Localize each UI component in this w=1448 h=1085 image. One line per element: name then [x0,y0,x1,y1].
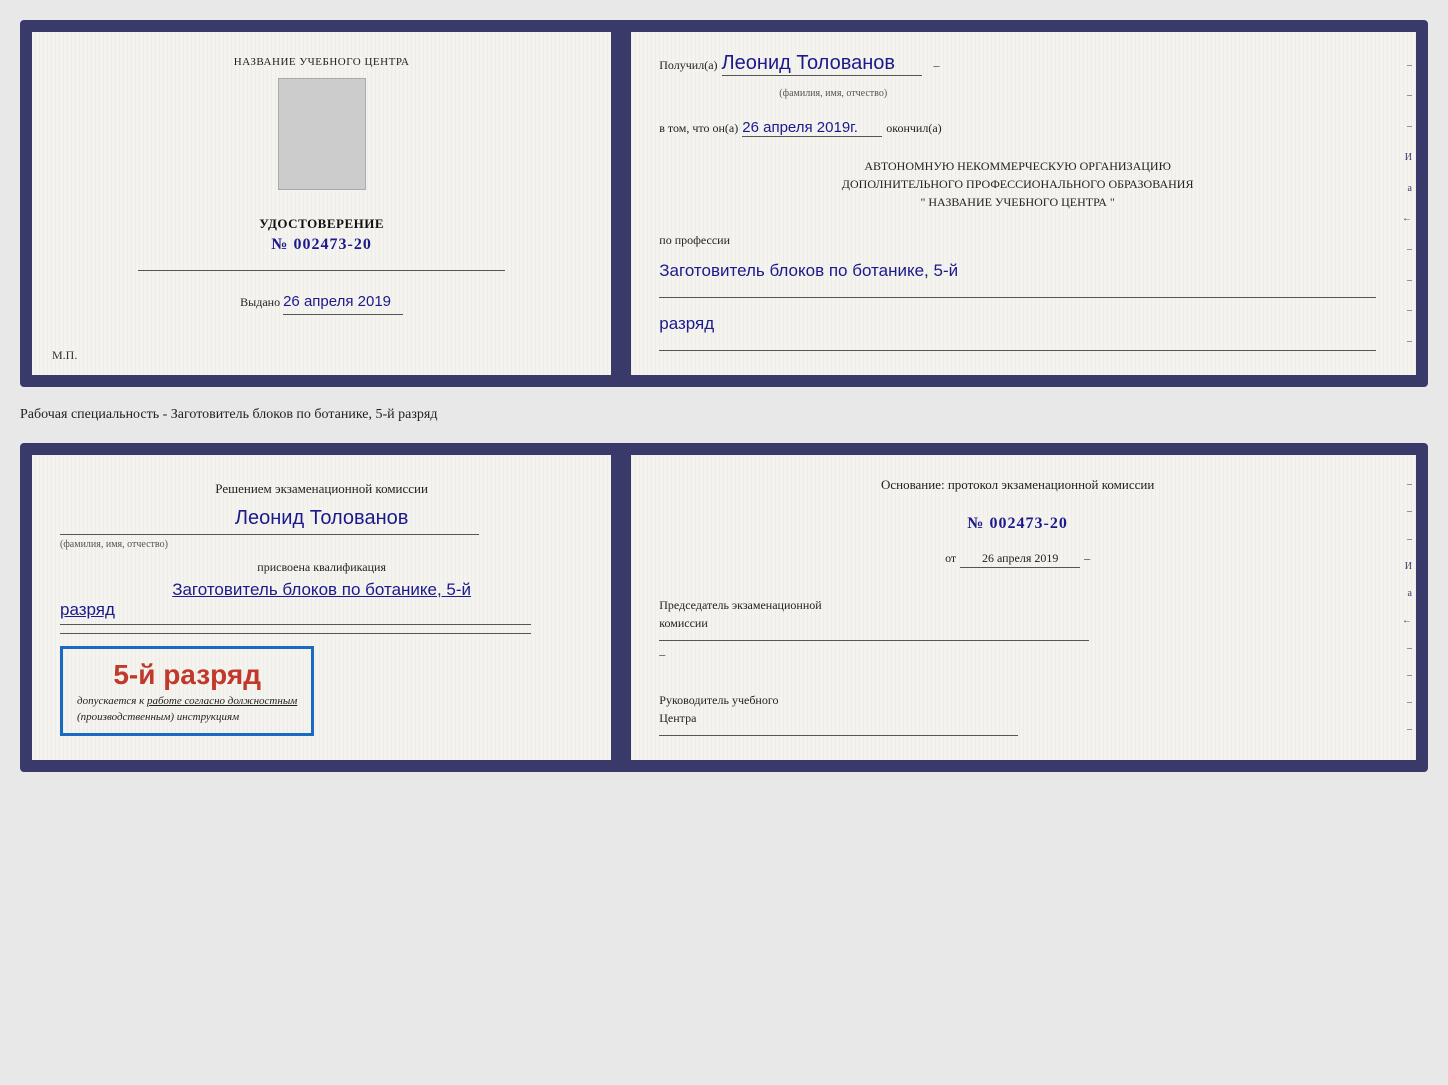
doc2-number-value: 002473-20 [990,515,1068,532]
doc2-number-row: № 002473-20 [659,515,1376,533]
page-wrapper: НАЗВАНИЕ УЧЕБНОГО ЦЕНТРА УДОСТОВЕРЕНИЕ №… [20,20,1428,772]
doc1-org-line2: ДОПОЛНИТЕЛЬНОГО ПРОФЕССИОНАЛЬНОГО ОБРАЗО… [659,175,1376,193]
doc1-full-name: Леонид Толованов [722,52,922,76]
doc2-stamp-allowed-rest: работе согласно должностным [147,695,297,707]
doc1-issued-label: Выдано [240,295,280,309]
doc1-mp-label: М.П. [52,348,77,363]
doc2-head-line1: Руководитель учебного [659,691,1376,709]
doc2-left-panel: Решением экзаменационной комиссии Леонид… [32,455,613,760]
doc2-chairman-line2: комиссии [659,614,1376,632]
doc2-date-from-row: от 26 апреля 2019 – [659,549,1376,568]
doc2-stamp-allowed: допускается к работе согласно должностны… [77,695,297,707]
doc1-cert-number-value: 002473-20 [294,236,372,253]
doc2-chairman-line1: Председатель экзаменационной [659,596,1376,614]
doc2-decision-label: Решением экзаменационной комиссии [60,479,583,499]
doc1-right-panel: Получил(а) Леонид Толованов – (фамилия, … [631,32,1416,375]
doc1-divider-line [138,270,504,271]
doc2-date-from-prefix: от [945,549,956,567]
doc2-head-block: Руководитель учебного Центра [659,691,1376,740]
doc2-head-sig-line [659,735,1017,736]
doc1-left-panel: НАЗВАНИЕ УЧЕБНОГО ЦЕНТРА УДОСТОВЕРЕНИЕ №… [32,32,613,375]
doc2-stamp-allowed-prefix: допускается к [77,695,144,707]
doc1-certifies-label: в том, что он(а) [659,119,738,137]
doc2-stamp-italic: (производственным) инструкциям [77,711,297,723]
doc2-spine [613,455,631,760]
doc2-chairman-block: Председатель экзаменационной комиссии – [659,596,1376,663]
doc1-issued-date: 26 апреля 2019 [283,291,403,315]
doc1-profession-value: Заготовитель блоков по ботанике, 5-й [659,261,1376,281]
doc1-spine [613,32,631,375]
doc1-cert-type: УДОСТОВЕРЕНИЕ [259,216,384,232]
doc2-assigned-label: присвоена квалификация [60,558,583,576]
doc2-right-panel: Основание: протокол экзаменационной коми… [631,455,1416,760]
doc1-date-value: 26 апреля 2019г. [742,119,882,137]
doc2-full-name: Леонид Толованов [60,507,583,530]
doc1-cert-number: № 002473-20 [271,236,371,254]
document-2: Решением экзаменационной комиссии Леонид… [20,443,1428,772]
doc2-qual-line2 [60,633,531,634]
doc1-deco-lines: – – – И а ← – – – – [1398,32,1416,375]
doc1-rank-line [659,350,1376,351]
doc2-basis-label: Основание: протокол экзаменационной коми… [659,475,1376,495]
doc2-deco-lines: – – – И а ← – – – – [1398,455,1416,760]
doc1-issued-row: Выдано 26 апреля 2019 [240,291,403,315]
doc1-org-line3: " НАЗВАНИЕ УЧЕБНОГО ЦЕНТРА " [659,193,1376,211]
doc1-rank-value: разряд [659,314,1376,334]
doc2-full-name-sub: (фамилия, имя, отчество) [60,539,168,550]
doc2-qualification-line2: разряд [60,600,115,620]
doc2-name-line [60,534,479,535]
doc1-profession-line [659,297,1376,298]
doc2-chairman-dash: – [659,647,665,661]
doc1-received-row: Получил(а) Леонид Толованов – [659,52,1376,76]
doc2-chairman-sig-line [659,640,1089,641]
doc1-training-center-label: НАЗВАНИЕ УЧЕБНОГО ЦЕНТРА [234,56,410,68]
doc2-date-dash: – [1084,549,1090,567]
doc1-full-name-sub: (фамилия, имя, отчество) [779,88,1376,99]
doc2-number-prefix: № [967,515,984,532]
between-docs-label: Рабочая специальность - Заготовитель бло… [20,403,1428,427]
doc1-cert-number-prefix: № [271,236,288,253]
doc2-date-from-value: 26 апреля 2019 [960,549,1080,568]
doc1-dash: – [934,56,940,74]
doc1-received-label: Получил(а) [659,56,717,74]
doc1-org-block: АВТОНОМНУЮ НЕКОММЕРЧЕСКУЮ ОРГАНИЗАЦИЮ ДО… [659,157,1376,211]
doc1-org-line1: АВТОНОМНУЮ НЕКОММЕРЧЕСКУЮ ОРГАНИЗАЦИЮ [659,157,1376,175]
doc1-certifies-row: в том, что он(а) 26 апреля 2019г. окончи… [659,119,1376,137]
doc1-photo-placeholder [278,78,366,190]
doc2-stamp-box: 5-й разряд допускается к работе согласно… [60,646,314,736]
document-1: НАЗВАНИЕ УЧЕБНОГО ЦЕНТРА УДОСТОВЕРЕНИЕ №… [20,20,1428,387]
doc1-profession-label: по профессии [659,231,1376,249]
doc2-head-line2: Центра [659,709,1376,727]
doc1-finished-label: окончил(а) [886,119,941,137]
doc2-stamp-main: 5-й разряд [77,659,297,691]
doc2-qualification-line1: Заготовитель блоков по ботанике, 5-й [60,580,583,600]
doc2-qual-line [60,624,531,625]
